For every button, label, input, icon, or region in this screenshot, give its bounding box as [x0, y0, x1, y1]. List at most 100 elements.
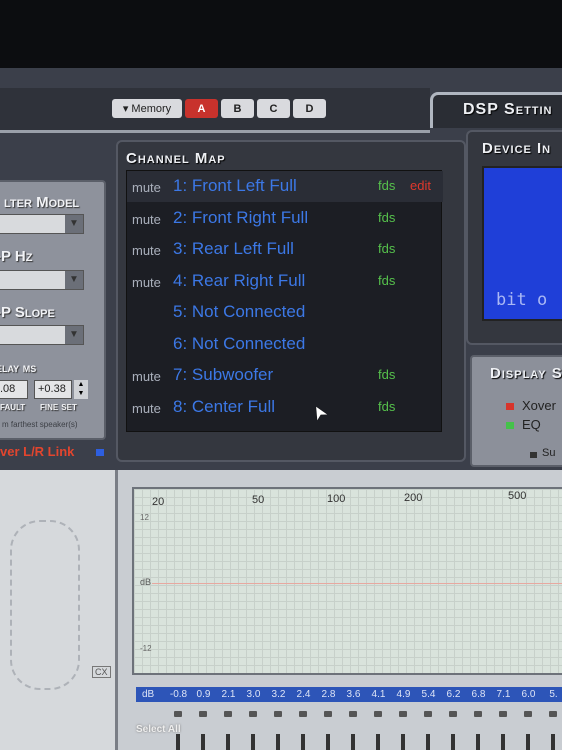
- eq-band-select[interactable]: [424, 711, 432, 717]
- channel-row[interactable]: mute 3: Rear Left Full fds: [127, 234, 443, 265]
- delay-stepper[interactable]: ▲ ▼: [74, 380, 88, 399]
- delay-default-input[interactable]: .08: [0, 380, 28, 399]
- eq-band-value: 5.: [549, 689, 558, 700]
- mute-button[interactable]: mute: [132, 212, 161, 227]
- mute-button[interactable]: mute: [132, 401, 161, 416]
- fds-button[interactable]: fds: [378, 399, 395, 414]
- eq-band-select[interactable]: [299, 711, 307, 717]
- memory-dropdown[interactable]: ▾ Memory: [112, 99, 182, 118]
- eq-band-select[interactable]: [349, 711, 357, 717]
- mute-button[interactable]: mute: [132, 275, 161, 290]
- edit-button[interactable]: edit: [410, 178, 431, 193]
- channel-row[interactable]: mute 4: Rear Right Full fds: [127, 266, 443, 297]
- delay-label: elay ms: [0, 360, 37, 375]
- memory-slot-d[interactable]: D: [293, 99, 326, 118]
- channel-row[interactable]: mute 7: Subwoofer fds: [127, 360, 443, 391]
- fds-button[interactable]: fds: [378, 367, 395, 382]
- link-label: ver L/R Link: [0, 444, 75, 459]
- filter-model-select[interactable]: ▼: [0, 214, 84, 234]
- eq-band-select[interactable]: [524, 711, 532, 717]
- mute-button[interactable]: mute: [132, 180, 161, 195]
- dsp-settings-tab[interactable]: DSP Settin: [430, 92, 562, 128]
- eq-band-select[interactable]: [249, 711, 257, 717]
- channel-name[interactable]: 3: Rear Left Full: [173, 239, 294, 259]
- fds-button[interactable]: fds: [378, 178, 395, 193]
- eq-band-slider[interactable]: [526, 734, 530, 750]
- eq-band-select[interactable]: [499, 711, 507, 717]
- eq-band-slider[interactable]: [201, 734, 205, 750]
- eq-band-slider[interactable]: [301, 734, 305, 750]
- eq-band-slider[interactable]: [351, 734, 355, 750]
- eq-band-slider[interactable]: [426, 734, 430, 750]
- memory-slot-b[interactable]: B: [221, 99, 254, 118]
- eq-band-slider[interactable]: [451, 734, 455, 750]
- eq-band-select[interactable]: [549, 711, 557, 717]
- channel-row[interactable]: 5: Not Connected: [127, 297, 443, 328]
- eq-label: EQ: [522, 417, 541, 432]
- eq-band-select[interactable]: [374, 711, 382, 717]
- x-tick-20: 20: [152, 496, 165, 508]
- car-outline-icon: [10, 520, 80, 690]
- fds-button[interactable]: fds: [378, 241, 395, 256]
- channel-list: mute 1: Front Left Full fds edit mute 2: Fron…: [126, 170, 443, 432]
- fds-button[interactable]: fds: [378, 210, 395, 225]
- eq-band-slider[interactable]: [176, 734, 180, 750]
- eq-led-icon[interactable]: [506, 422, 514, 429]
- channel-row[interactable]: mute 8: Center Full fds: [127, 392, 443, 423]
- hp-hz-label: -P Hz: [0, 248, 33, 265]
- fds-button[interactable]: fds: [378, 273, 395, 288]
- eq-band-slider[interactable]: [476, 734, 480, 750]
- channel-row[interactable]: mute 1: Front Left Full fds edit: [127, 171, 443, 202]
- eq-band-value: 6.8: [471, 689, 486, 700]
- mute-button[interactable]: mute: [132, 243, 161, 258]
- eq-band-select[interactable]: [224, 711, 232, 717]
- eq-band-slider[interactable]: [376, 734, 380, 750]
- eq-band-select[interactable]: [199, 711, 207, 717]
- delay-note: m farthest speaker(s): [2, 420, 78, 429]
- channel-name[interactable]: 8: Center Full: [173, 397, 275, 417]
- memory-slot-a[interactable]: A: [185, 99, 218, 118]
- chevron-down-icon: ▼: [65, 271, 83, 289]
- memory-slot-c[interactable]: C: [257, 99, 290, 118]
- channel-name[interactable]: 6: Not Connected: [173, 334, 305, 354]
- eq-band-slider[interactable]: [326, 734, 330, 750]
- channel-row[interactable]: 6: Not Connected: [127, 329, 443, 360]
- eq-band-value: 4.1: [371, 689, 386, 700]
- eq-band-select[interactable]: [174, 711, 182, 717]
- eq-band-select[interactable]: [474, 711, 482, 717]
- channel-name[interactable]: 2: Front Right Full: [173, 208, 308, 228]
- eq-band-slider[interactable]: [501, 734, 505, 750]
- eq-band-value: 7.1: [496, 689, 511, 700]
- eq-band-value: 3.0: [246, 689, 261, 700]
- x-tick-50: 50: [252, 494, 265, 506]
- delay-fine-input[interactable]: +0.38: [34, 380, 72, 399]
- eq-band-value: 2.4: [296, 689, 311, 700]
- y-label-db: dB: [140, 577, 152, 587]
- channel-name[interactable]: 7: Subwoofer: [173, 365, 273, 385]
- link-toggle[interactable]: [96, 449, 104, 456]
- eq-band-value: -0.8: [169, 689, 188, 700]
- channel-name[interactable]: 4: Rear Right Full: [173, 271, 305, 291]
- hp-slope-select[interactable]: ▼: [0, 325, 84, 345]
- cx-button[interactable]: CX: [92, 666, 111, 678]
- select-all-label[interactable]: Select All: [136, 724, 181, 735]
- channel-name[interactable]: 1: Front Left Full: [173, 176, 297, 196]
- eq-band-slider[interactable]: [551, 734, 555, 750]
- eq-band-slider[interactable]: [276, 734, 280, 750]
- eq-band-select[interactable]: [324, 711, 332, 717]
- display-title: Display S: [490, 365, 562, 382]
- eq-band-select[interactable]: [399, 711, 407, 717]
- xover-label: Xover: [522, 398, 556, 413]
- sub-checkbox[interactable]: [530, 452, 537, 458]
- eq-band-slider[interactable]: [226, 734, 230, 750]
- eq-band-select[interactable]: [274, 711, 282, 717]
- eq-band-slider[interactable]: [251, 734, 255, 750]
- mute-button[interactable]: mute: [132, 369, 161, 384]
- eq-band-select[interactable]: [449, 711, 457, 717]
- eq-band-slider[interactable]: [401, 734, 405, 750]
- hp-hz-select[interactable]: ▼: [0, 270, 84, 290]
- channel-name[interactable]: 5: Not Connected: [173, 302, 305, 322]
- xover-led-icon[interactable]: [506, 403, 514, 410]
- fine-set-label: fine set: [40, 401, 77, 413]
- channel-row[interactable]: mute 2: Front Right Full fds: [127, 203, 443, 234]
